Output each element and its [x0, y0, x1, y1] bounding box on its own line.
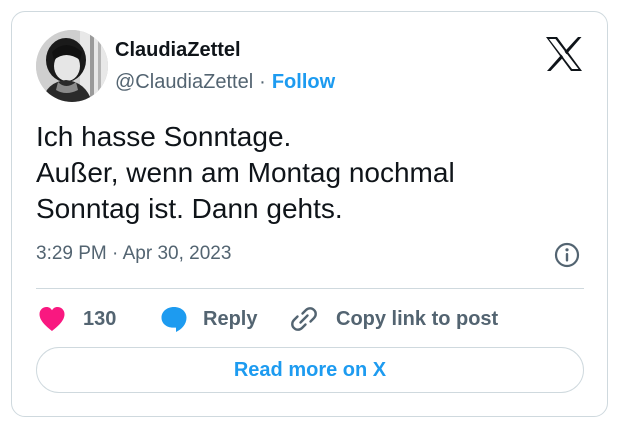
author-display-name[interactable]: ClaudiaZettel	[115, 38, 241, 62]
tweet-text: Ich hasse Sonntage. Außer, wenn am Monta…	[36, 119, 576, 227]
reply-bubble-icon	[161, 307, 187, 332]
separator-dot: ·	[259, 71, 266, 93]
read-more-button[interactable]: Read more on X	[36, 347, 584, 393]
divider	[36, 288, 584, 289]
copy-link-button[interactable]: Copy link to post	[289, 304, 498, 334]
tweet-card: ClaudiaZettel @ClaudiaZettel · Follow Ich …	[11, 11, 608, 417]
author-handle-row: @ClaudiaZettel · Follow	[115, 70, 335, 94]
avatar[interactable]	[36, 30, 108, 102]
x-logo-icon[interactable]	[545, 36, 583, 72]
like-button[interactable]: 130	[38, 304, 116, 334]
tweet-text-line: Sonntag ist. Dann gehts.	[36, 193, 343, 224]
reply-label: Reply	[203, 307, 258, 330]
tweet-text-line: Außer, wenn am Montag nochmal	[36, 157, 455, 188]
tweet-text-line: Ich hasse Sonntage.	[36, 121, 292, 152]
heart-icon	[39, 307, 65, 331]
copy-link-label: Copy link to post	[336, 307, 499, 330]
follow-button[interactable]: Follow	[272, 71, 335, 93]
author-handle[interactable]: @ClaudiaZettel	[115, 71, 253, 93]
info-circle-icon[interactable]	[553, 241, 581, 269]
reply-button[interactable]: Reply	[160, 304, 257, 334]
link-icon	[291, 307, 317, 331]
tweet-timestamp[interactable]: 3:29 PM · Apr 30, 2023	[36, 242, 231, 266]
like-count: 130	[83, 307, 117, 330]
